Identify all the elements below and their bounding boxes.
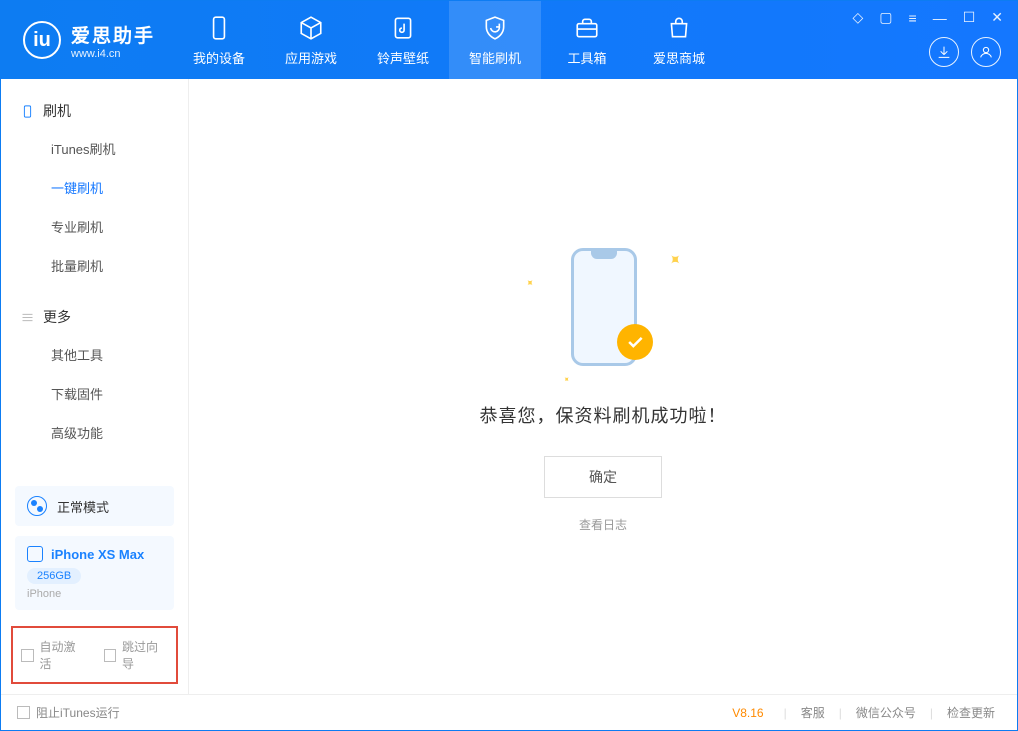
- tab-label: 爱思商城: [653, 48, 705, 67]
- header-actions: [929, 37, 1001, 67]
- checkbox-icon: [104, 649, 117, 662]
- group-title: 刷机: [43, 101, 71, 121]
- flash-options-box: 自动激活 跳过向导: [11, 626, 178, 684]
- brand-name: 爱思助手: [71, 21, 155, 48]
- sidebar-item-oneclick-flash[interactable]: 一键刷机: [1, 168, 188, 207]
- view-log-link[interactable]: 查看日志: [579, 516, 627, 533]
- check-badge-icon: [617, 324, 653, 360]
- header: iu 爱思助手 www.i4.cn 我的设备 应用游戏 铃声壁纸 智能刷机: [1, 1, 1017, 79]
- tab-label: 我的设备: [193, 48, 245, 67]
- footer-link-check-update[interactable]: 检查更新: [941, 704, 1001, 721]
- footer-link-support[interactable]: 客服: [795, 704, 831, 721]
- header-tabs: 我的设备 应用游戏 铃声壁纸 智能刷机 工具箱 爱思商城: [173, 1, 725, 79]
- footer-link-wechat[interactable]: 微信公众号: [850, 704, 922, 721]
- tab-label: 铃声壁纸: [377, 48, 429, 67]
- shirt-icon[interactable]: ◇: [849, 7, 868, 28]
- tab-apps-games[interactable]: 应用游戏: [265, 1, 357, 79]
- success-illustration: ✦ ✦ ✦: [533, 240, 673, 380]
- ok-button[interactable]: 确定: [544, 456, 662, 498]
- sparkle-icon: ✦: [561, 374, 572, 385]
- device-icon: [205, 14, 233, 42]
- sidebar-item-batch-flash[interactable]: 批量刷机: [1, 246, 188, 285]
- sidebar-item-download-firmware[interactable]: 下载固件: [1, 374, 188, 413]
- mode-card[interactable]: 正常模式: [15, 486, 174, 526]
- sidebar-nav: 刷机 iTunes刷机 一键刷机 专业刷机 批量刷机 更多 其他工具 下载固件 …: [1, 79, 188, 476]
- device-card[interactable]: iPhone XS Max 256GB iPhone: [15, 536, 174, 610]
- checkbox-block-itunes[interactable]: 阻止iTunes运行: [17, 704, 120, 721]
- menu-icon[interactable]: ≡: [905, 8, 921, 28]
- sparkle-icon: ✦: [662, 248, 686, 272]
- sidebar-group-more: 更多: [1, 299, 188, 335]
- shield-refresh-icon: [481, 14, 509, 42]
- checkbox-label: 跳过向导: [122, 638, 168, 672]
- checkbox-label: 阻止iTunes运行: [36, 704, 120, 721]
- window-controls: ◇ ▢ ≡ — ☐ ✕: [849, 7, 1007, 28]
- device-name-row: iPhone XS Max: [27, 546, 162, 562]
- toolbox-icon: [573, 14, 601, 42]
- account-button[interactable]: [971, 37, 1001, 67]
- brand-logo-icon: iu: [23, 21, 61, 59]
- device-name: iPhone XS Max: [51, 547, 144, 562]
- tab-toolbox[interactable]: 工具箱: [541, 1, 633, 79]
- device-icon: [27, 546, 43, 562]
- sparkle-icon: ✦: [522, 277, 536, 291]
- brand-url: www.i4.cn: [71, 48, 155, 60]
- mode-icon: [27, 496, 47, 516]
- tab-ringtone-wallpaper[interactable]: 铃声壁纸: [357, 1, 449, 79]
- mode-label: 正常模式: [57, 497, 109, 516]
- main-content: ✦ ✦ ✦ 恭喜您，保资料刷机成功啦！ 确定 查看日志: [189, 79, 1017, 694]
- sidebar-group-flash: 刷机: [1, 93, 188, 129]
- bag-icon: [665, 14, 693, 42]
- device-type: iPhone: [27, 588, 162, 600]
- sidebar-bottom: 正常模式 iPhone XS Max 256GB iPhone: [1, 476, 188, 620]
- success-message: 恭喜您，保资料刷机成功啦！: [480, 402, 727, 428]
- feedback-icon[interactable]: ▢: [875, 7, 896, 28]
- tab-my-device[interactable]: 我的设备: [173, 1, 265, 79]
- tab-store[interactable]: 爱思商城: [633, 1, 725, 79]
- checkbox-label: 自动激活: [40, 638, 86, 672]
- checkbox-icon: [17, 706, 30, 719]
- tab-label: 工具箱: [568, 48, 607, 67]
- version-label: V8.16: [732, 706, 763, 720]
- group-title: 更多: [43, 307, 71, 327]
- checkbox-skip-guide[interactable]: 跳过向导: [104, 638, 169, 672]
- sidebar-item-advanced[interactable]: 高级功能: [1, 413, 188, 452]
- close-button[interactable]: ✕: [987, 7, 1007, 28]
- minimize-button[interactable]: —: [929, 8, 951, 28]
- brand-text: 爱思助手 www.i4.cn: [71, 21, 155, 60]
- cube-icon: [297, 14, 325, 42]
- download-button[interactable]: [929, 37, 959, 67]
- device-capacity: 256GB: [27, 568, 81, 584]
- music-file-icon: [389, 14, 417, 42]
- list-icon: [19, 309, 35, 325]
- checkbox-icon: [21, 649, 34, 662]
- tab-smart-flash[interactable]: 智能刷机: [449, 1, 541, 79]
- checkbox-auto-activate[interactable]: 自动激活: [21, 638, 86, 672]
- sidebar-item-other-tools[interactable]: 其他工具: [1, 335, 188, 374]
- maximize-button[interactable]: ☐: [959, 7, 980, 28]
- sidebar: 刷机 iTunes刷机 一键刷机 专业刷机 批量刷机 更多 其他工具 下载固件 …: [1, 79, 189, 694]
- sidebar-item-pro-flash[interactable]: 专业刷机: [1, 207, 188, 246]
- footer: 阻止iTunes运行 V8.16 | 客服 | 微信公众号 | 检查更新: [1, 694, 1017, 730]
- tab-label: 智能刷机: [469, 48, 521, 67]
- brand: iu 爱思助手 www.i4.cn: [1, 21, 173, 60]
- tab-label: 应用游戏: [285, 48, 337, 67]
- app-window: iu 爱思助手 www.i4.cn 我的设备 应用游戏 铃声壁纸 智能刷机: [0, 0, 1018, 731]
- phone-icon: [19, 103, 35, 119]
- body: 刷机 iTunes刷机 一键刷机 专业刷机 批量刷机 更多 其他工具 下载固件 …: [1, 79, 1017, 694]
- sidebar-item-itunes-flash[interactable]: iTunes刷机: [1, 129, 188, 168]
- footer-links: V8.16 | 客服 | 微信公众号 | 检查更新: [732, 704, 1001, 721]
